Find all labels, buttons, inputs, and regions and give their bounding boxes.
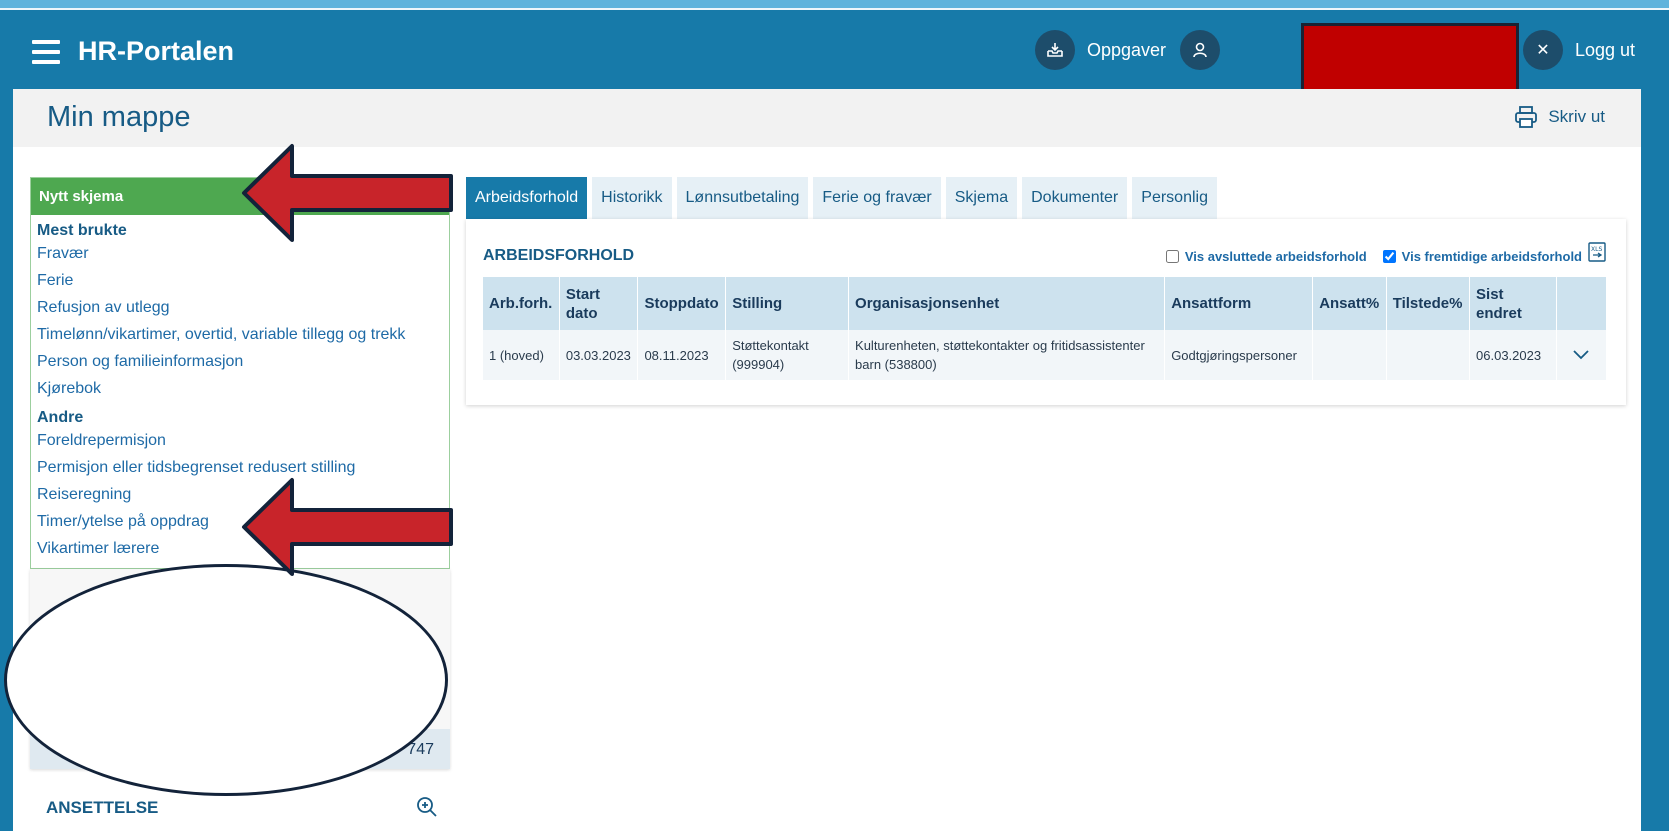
top-accent-line — [0, 0, 1669, 10]
form-link-hourly-overtime[interactable]: Timelønn/vikartimer, overtid, variable t… — [31, 321, 449, 348]
svg-text:XLS: XLS — [1591, 246, 1602, 253]
expand-row-button[interactable] — [1556, 330, 1608, 380]
logout-label: Logg ut — [1575, 39, 1636, 60]
cell-present-percent — [1386, 330, 1471, 380]
print-label: Skriv ut — [1548, 107, 1605, 126]
col-header: Start dato — [559, 277, 639, 330]
cell-last-changed: 06.03.2023 — [1469, 330, 1557, 380]
form-group-other: Andre — [37, 409, 84, 426]
redacted-username — [1301, 23, 1519, 93]
col-header-expand — [1556, 277, 1608, 330]
col-header: Ansattform — [1164, 277, 1314, 330]
hamburger-menu-icon[interactable] — [32, 40, 60, 64]
user-button[interactable] — [1180, 30, 1232, 70]
tab-employment[interactable]: Arbeidsforhold — [466, 177, 588, 219]
col-header: Ansatt% — [1312, 277, 1387, 330]
printer-icon — [1515, 106, 1538, 128]
tab-forms[interactable]: Skjema — [945, 177, 1018, 219]
section-title-employment: ANSETTELSE — [46, 798, 159, 817]
tab-vacation-absence[interactable]: Ferie og fravær — [813, 177, 941, 219]
app-title: HR-Portalen — [78, 36, 235, 66]
tab-documents[interactable]: Dokumenter — [1022, 177, 1128, 219]
cell-org-unit: Kulturenheten, støttekontakter og fritid… — [848, 330, 1166, 380]
tasks-button[interactable]: Oppgaver — [1035, 30, 1166, 70]
inbox-icon — [1035, 30, 1075, 70]
employment-card: ARBEIDSFORHOLD Vis avsluttede arbeidsfor… — [466, 219, 1626, 405]
col-header: Stilling — [725, 277, 850, 330]
chevron-down-icon — [1573, 349, 1589, 359]
col-header: Tilstede% — [1386, 277, 1471, 330]
show-future-checkbox[interactable] — [1382, 250, 1396, 263]
show-ended-checkbox[interactable] — [1165, 250, 1179, 263]
col-header: Arb.forh. — [483, 277, 560, 330]
tab-bar: Arbeidsforhold Historikk Lønnsutbetaling… — [466, 177, 1222, 219]
cell-employment-id: 1 (hoved) — [483, 330, 560, 380]
tasks-label: Oppgaver — [1087, 39, 1167, 60]
col-header: Organisasjonsenhet — [848, 277, 1166, 330]
filter-checkboxes: Vis avsluttede arbeidsforhold Vis fremti… — [1150, 249, 1582, 264]
page-header: Min mappe Skriv ut — [13, 89, 1641, 147]
logout-button[interactable]: ✕ Logg ut — [1523, 30, 1635, 70]
tab-history[interactable]: Historikk — [592, 177, 672, 219]
annotation-arrow-top — [242, 144, 453, 242]
user-icon — [1180, 30, 1220, 70]
tab-personal[interactable]: Personlig — [1132, 177, 1217, 219]
cell-start-date: 03.03.2023 — [559, 330, 639, 380]
form-link-vacation[interactable]: Ferie — [31, 267, 449, 294]
employment-title: ARBEIDSFORHOLD — [483, 247, 635, 264]
col-header: Stoppdato — [637, 277, 727, 330]
tab-salary[interactable]: Lønnsutbetaling — [676, 177, 809, 219]
col-header: Sist endret — [1469, 277, 1557, 330]
cell-stop-date: 08.11.2023 — [637, 330, 727, 380]
form-link-expense-refund[interactable]: Refusjon av utlegg — [31, 294, 449, 321]
cell-employed-percent — [1312, 330, 1387, 380]
show-ended-toggle[interactable]: Vis avsluttede arbeidsforhold — [1165, 249, 1367, 264]
redaction-ellipse — [4, 564, 448, 796]
zoom-in-icon[interactable] — [415, 795, 439, 819]
table-header-row: Arb.forh. Start dato Stoppdato Stilling … — [483, 277, 1608, 330]
close-icon: ✕ — [1523, 30, 1563, 70]
employment-table: Arb.forh. Start dato Stoppdato Stilling … — [483, 277, 1608, 380]
table-row[interactable]: 1 (hoved) 03.03.2023 08.11.2023 Støtteko… — [483, 330, 1608, 380]
cell-position: Støttekontakt (999904) — [725, 330, 850, 380]
show-ended-label: Vis avsluttede arbeidsforhold — [1184, 249, 1367, 264]
show-future-toggle[interactable]: Vis fremtidige arbeidsforhold — [1382, 249, 1582, 264]
page-title: Min mappe — [47, 101, 191, 133]
form-link-parental-leave[interactable]: Foreldrepermisjon — [31, 427, 449, 454]
form-link-driving-log[interactable]: Kjørebok — [31, 375, 449, 402]
form-link-person-family[interactable]: Person og familieinformasjon — [31, 348, 449, 375]
app-header: HR-Portalen Oppgaver ✕ Logg ut — [0, 10, 1669, 93]
annotation-arrow-bottom — [242, 478, 453, 576]
print-button[interactable]: Skriv ut — [1514, 105, 1605, 129]
excel-export-icon[interactable]: XLS — [1586, 241, 1608, 263]
cell-employment-form: Godtgjøringspersoner — [1164, 330, 1314, 380]
show-future-label: Vis fremtidige arbeidsforhold — [1401, 249, 1582, 264]
